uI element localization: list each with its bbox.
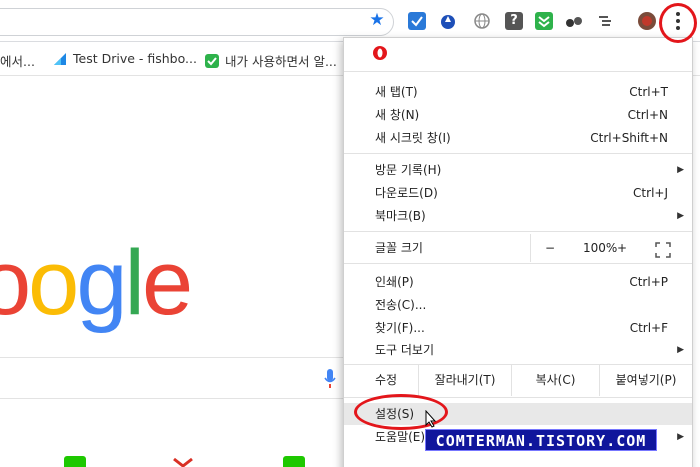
menu-item-find[interactable]: 찾기(F)... Ctrl+F [344, 317, 692, 339]
menu-shortcut: Ctrl+N [627, 108, 668, 122]
menu-item-bookmarks[interactable]: 북마크(B) ▶ [344, 205, 692, 227]
logo-letter: e [141, 232, 193, 334]
submenu-arrow-icon: ▶ [677, 345, 684, 355]
logo-letter: o [0, 232, 31, 334]
menu-item-label: 북마크(B) [375, 209, 426, 223]
edit-row: 수정 잘라내기(T) 복사(C) 붙여넣기(P) [344, 364, 692, 396]
menu-item-label: 도구 더보기 [375, 343, 435, 357]
bookmark-item[interactable]: 내가 사용하면서 알... [205, 51, 337, 70]
zoom-in-button[interactable]: + [617, 234, 627, 262]
bookmark-item[interactable]: 에서... [0, 51, 35, 70]
shortcut-tile[interactable] [172, 456, 194, 467]
help-icon[interactable]: ? [505, 12, 523, 30]
menu-item-downloads[interactable]: 다운로드(D) Ctrl+J [344, 182, 692, 204]
menu-item-label: 다운로드(D) [375, 186, 438, 200]
copy-label: 복사(C) [535, 373, 576, 387]
menu-shortcut: Ctrl+F [629, 321, 668, 335]
cursor-icon [425, 409, 437, 428]
menu-item-label: 새 탭(T) [375, 85, 418, 99]
todo-check-icon[interactable] [408, 12, 426, 30]
shortcut-tile[interactable] [64, 456, 86, 467]
menu-item-label: 새 창(N) [375, 108, 420, 122]
menu-item-incognito[interactable]: 새 시크릿 창(I) Ctrl+Shift+N [344, 127, 692, 149]
submenu-arrow-icon: ▶ [677, 165, 684, 175]
menu-item-label: 찾기(F)... [375, 321, 425, 335]
menu-item-label: 인쇄(P) [375, 275, 414, 289]
menu-item-new-window[interactable]: 새 창(N) Ctrl+N [344, 104, 692, 126]
menu-item-cast[interactable]: 전송(C)... [344, 294, 692, 316]
browser-toolbar: ★ ? [0, 0, 700, 42]
download-icon[interactable] [535, 12, 553, 30]
menu-shortcut: Ctrl+Shift+N [590, 131, 668, 145]
globe-icon[interactable] [473, 12, 491, 30]
menu-separator [344, 153, 692, 154]
binoculars-icon[interactable] [565, 12, 583, 30]
bookmark-label: 내가 사용하면서 알... [225, 54, 337, 69]
tree-list-icon[interactable] [596, 12, 614, 30]
menu-item-print[interactable]: 인쇄(P) Ctrl+P [344, 271, 692, 293]
green-note-icon [205, 53, 219, 68]
logo-letter: o [28, 232, 79, 334]
zoom-value: 100% [583, 241, 618, 255]
copy-button[interactable]: 복사(C) [511, 364, 599, 396]
blue-drop-icon[interactable] [439, 12, 457, 30]
mic-icon[interactable] [323, 368, 337, 390]
zoom-row: 글꼴 크기 − 100% + [344, 234, 692, 262]
menu-item-label: 방문 기록(H) [375, 163, 442, 177]
bookmark-label: 에서... [0, 54, 35, 69]
shortcut-tile[interactable] [283, 456, 305, 467]
cut-label: 잘라내기(T) [434, 373, 496, 387]
menu-item-label: 새 시크릿 창(I) [375, 131, 451, 145]
logo-letter: g [76, 232, 127, 334]
paste-button[interactable]: 붙여넣기(P) [599, 364, 692, 396]
menu-shortcut: Ctrl+T [629, 85, 668, 99]
menu-separator [344, 231, 692, 232]
submenu-arrow-icon: ▶ [677, 432, 684, 442]
menu-item-history[interactable]: 방문 기록(H) ▶ [344, 159, 692, 181]
zoom-controls: − 100% + [530, 234, 692, 262]
star-icon[interactable]: ★ [366, 9, 388, 31]
logo-letter: l [124, 232, 146, 334]
menu-shortcut: Ctrl+J [633, 186, 668, 200]
fullscreen-icon[interactable] [655, 240, 671, 258]
address-bar[interactable] [0, 8, 394, 36]
opera-icon[interactable] [373, 46, 387, 60]
test-drive-icon [53, 52, 67, 66]
search-input[interactable] [0, 357, 345, 399]
bookmark-item[interactable]: Test Drive - fishbo... [53, 51, 197, 66]
avatar-icon[interactable] [638, 12, 656, 30]
menu-separator [344, 263, 692, 264]
bookmark-label: Test Drive - fishbo... [73, 51, 197, 66]
menu-item-new-tab[interactable]: 새 탭(T) Ctrl+T [344, 81, 692, 103]
zoom-label: 글꼴 크기 [375, 241, 423, 255]
menu-button-highlight-ring [659, 3, 697, 43]
cut-button[interactable]: 잘라내기(T) [418, 364, 511, 396]
zoom-out-button[interactable]: − [545, 234, 555, 262]
google-logo: oogle [0, 228, 193, 338]
menu-item-more-tools[interactable]: 도구 더보기 ▶ [344, 339, 692, 361]
submenu-arrow-icon: ▶ [677, 211, 684, 221]
menu-separator [344, 71, 692, 72]
watermark: COMTERMAN.TISTORY.COM [425, 429, 657, 451]
paste-label: 붙여넣기(P) [615, 373, 677, 387]
menu-shortcut: Ctrl+P [629, 275, 668, 289]
menu-item-label: 전송(C)... [375, 298, 427, 312]
edit-label: 수정 [375, 373, 398, 387]
